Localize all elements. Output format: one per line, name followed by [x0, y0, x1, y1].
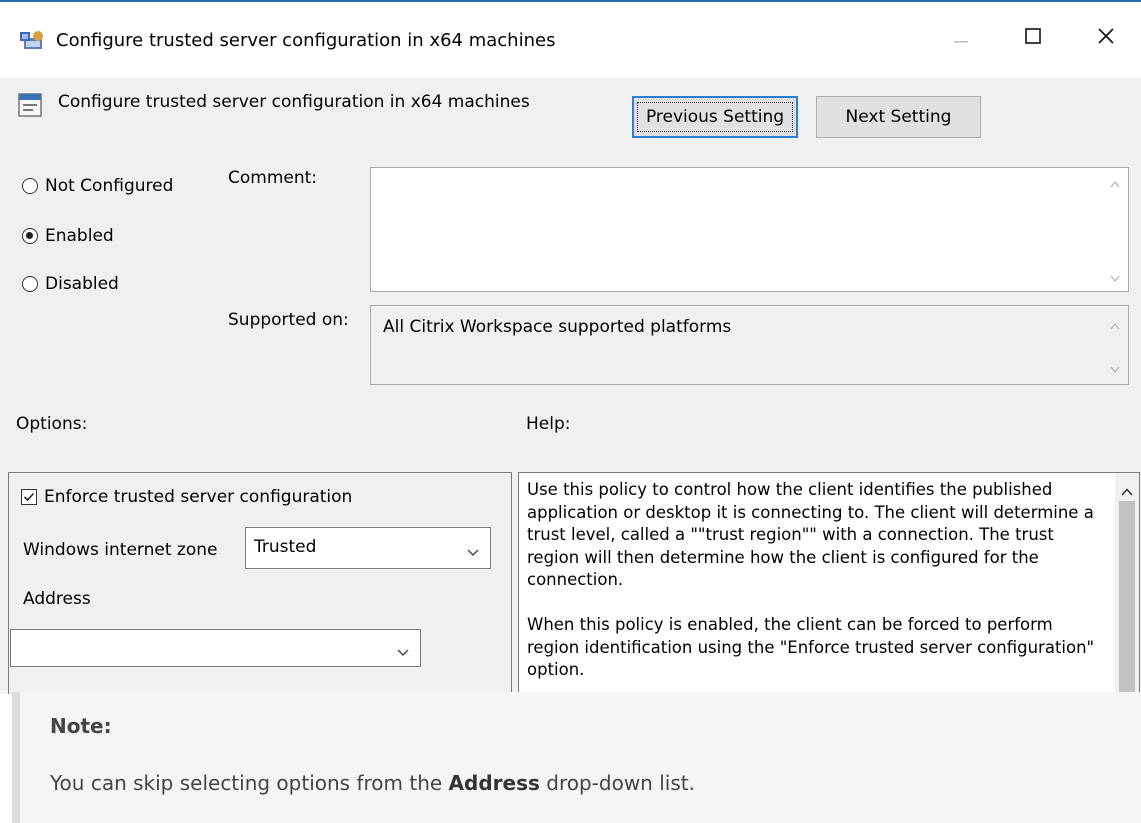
help-paragraph: When this policy is enabled, the client … — [527, 614, 1095, 680]
supported-on-value: All Citrix Workspace supported platforms — [383, 317, 732, 337]
previous-setting-label: Previous Setting — [636, 102, 794, 132]
note-text-bold: Address — [448, 771, 540, 795]
policy-dialog: Configure trusted server configuration i… — [0, 0, 1141, 694]
internet-zone-label: Windows internet zone — [23, 540, 218, 560]
internet-zone-value: Trusted — [254, 537, 317, 557]
help-label: Help: — [526, 414, 571, 434]
supported-on-label: Supported on: — [228, 310, 349, 330]
note-text: You can skip selecting options from the … — [50, 771, 695, 795]
help-scrollbar[interactable] — [1115, 473, 1139, 694]
scroll-up-icon[interactable] — [1110, 320, 1120, 333]
maximize-button[interactable] — [1010, 18, 1056, 58]
radio-circle-selected — [22, 228, 38, 244]
chevron-down-icon — [396, 643, 410, 656]
radio-not-configured[interactable]: Not Configured — [22, 176, 173, 196]
scroll-down-icon[interactable] — [1110, 272, 1120, 285]
setting-icon — [18, 92, 42, 118]
page: Configure trusted server configuration i… — [0, 0, 1141, 823]
scroll-up-icon[interactable] — [1110, 178, 1120, 191]
previous-setting-button[interactable]: Previous Setting — [632, 96, 798, 138]
minimize-icon — [954, 28, 968, 48]
enforce-trusted-label: Enforce trusted server configuration — [44, 487, 353, 507]
radio-circle — [22, 178, 38, 194]
comment-label: Comment: — [228, 168, 318, 188]
help-panel: Use this policy to control how the clien… — [518, 472, 1140, 694]
help-paragraph: Use this policy to control how the clien… — [527, 480, 1094, 590]
maximize-icon — [1025, 27, 1041, 49]
radio-disabled[interactable]: Disabled — [22, 274, 119, 294]
internet-zone-select[interactable]: Trusted — [245, 527, 491, 569]
scroll-down-icon[interactable] — [1110, 363, 1120, 376]
setting-title: Configure trusted server configuration i… — [58, 92, 530, 112]
checkbox-checked-icon — [21, 489, 37, 505]
policy-editor-icon — [18, 28, 46, 52]
enforce-trusted-checkbox[interactable]: Enforce trusted server configuration — [21, 487, 352, 507]
radio-label: Enabled — [45, 226, 114, 246]
address-select[interactable] — [10, 629, 421, 667]
chevron-down-icon — [466, 543, 480, 556]
comment-textarea[interactable] — [370, 167, 1129, 292]
window-title: Configure trusted server configuration i… — [56, 30, 556, 51]
address-label: Address — [23, 589, 91, 609]
radio-circle — [22, 276, 38, 292]
radio-label: Not Configured — [45, 176, 174, 196]
note-text-before: You can skip selecting options from the — [50, 771, 449, 795]
note-title: Note: — [50, 714, 112, 738]
close-icon — [1098, 27, 1114, 49]
help-text: Use this policy to control how the clien… — [527, 479, 1101, 694]
supported-on-field: All Citrix Workspace supported platforms — [370, 305, 1129, 385]
scroll-up-icon[interactable] — [1121, 481, 1133, 496]
title-bar[interactable]: Configure trusted server configuration i… — [0, 2, 1141, 78]
next-setting-button[interactable]: Next Setting — [816, 96, 981, 138]
options-label: Options: — [16, 414, 88, 434]
scrollbar-thumb[interactable] — [1119, 501, 1135, 694]
minimize-button[interactable] — [938, 18, 984, 58]
radio-enabled[interactable]: Enabled — [22, 226, 114, 246]
options-panel: Enforce trusted server configuration Win… — [8, 472, 512, 694]
close-button[interactable] — [1083, 18, 1129, 58]
note-text-after: drop-down list. — [539, 771, 695, 795]
note-callout: Note: You can skip selecting options fro… — [12, 692, 1141, 823]
radio-label: Disabled — [45, 274, 119, 294]
